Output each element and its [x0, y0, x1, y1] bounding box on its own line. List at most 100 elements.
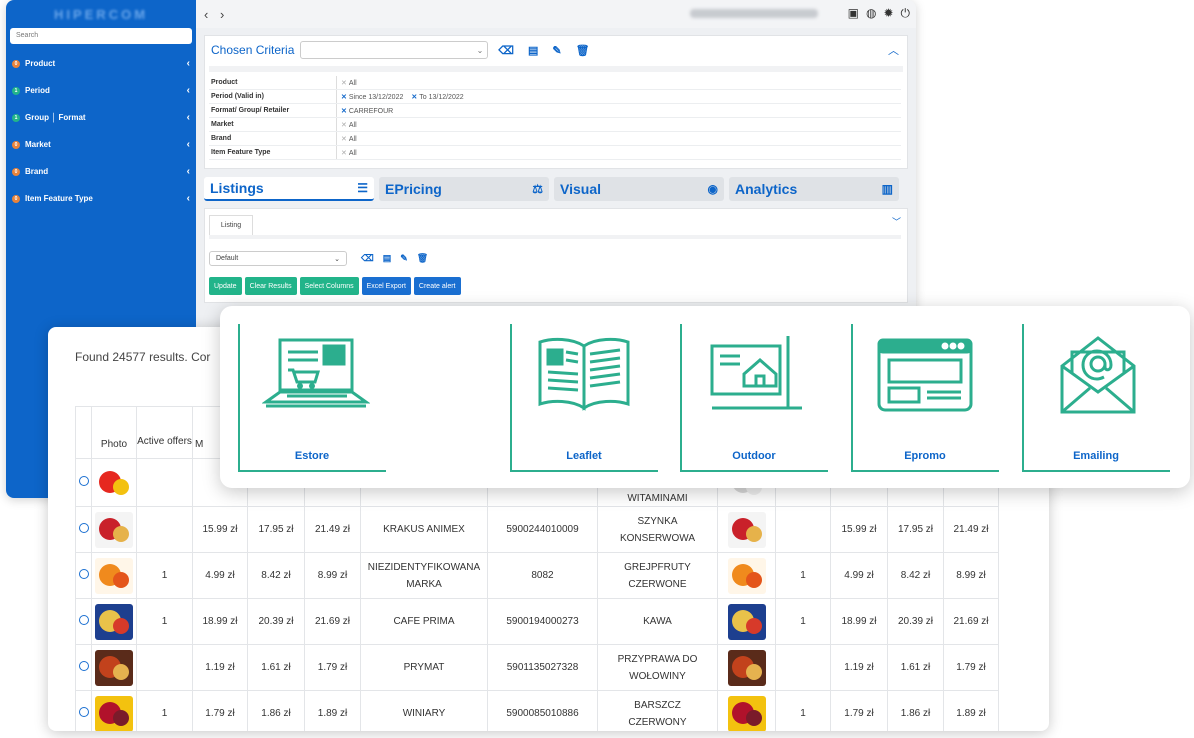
row-select-radio[interactable] — [75, 690, 92, 731]
criteria-select[interactable]: ⌄ — [300, 41, 489, 59]
radio-icon[interactable] — [78, 476, 89, 486]
sidebar-item-brand[interactable]: 0 Brand ‹ — [6, 158, 196, 185]
price-avg-2: 17.95 zł — [887, 506, 944, 553]
sidebar-item-product[interactable]: 0 Product ‹ — [6, 50, 196, 77]
table-row[interactable]: 1.19 zł 1.61 zł 1.79 zł PRYMAT 5901135027328… — [75, 644, 999, 691]
product-thumbnail — [727, 695, 766, 731]
listing-view-select[interactable]: Default ⌄ — [209, 251, 347, 266]
row-select-radio[interactable] — [75, 506, 92, 553]
clear-icon[interactable]: ⌫ — [361, 253, 374, 264]
edit-icon[interactable]: ✎ — [552, 44, 561, 57]
criteria-value-chip[interactable]: ✕ All — [341, 121, 357, 129]
select-columns-button[interactable]: Select Columns — [299, 277, 359, 295]
product-photo[interactable] — [91, 552, 137, 599]
remove-icon[interactable]: ✕ — [341, 122, 347, 129]
product-photo[interactable] — [717, 506, 776, 553]
row-select-radio[interactable] — [75, 552, 92, 599]
create-alert-button[interactable]: Create alert — [413, 277, 461, 295]
row-select-radio[interactable] — [75, 644, 92, 691]
edit-icon[interactable]: ✎ — [400, 253, 408, 264]
product-photo[interactable] — [91, 506, 137, 553]
trash-icon[interactable]: 🗑︎ — [417, 253, 428, 264]
screenshot-root: HIPERCOM Search 0 Product ‹ 1 Period ‹ 1 Group … — [0, 0, 1194, 738]
id-card-icon[interactable]: ▣ — [848, 6, 859, 21]
sidebar-search-input[interactable]: Search — [10, 28, 192, 44]
radio-icon[interactable] — [78, 615, 89, 625]
active-offers-2: 1 — [775, 552, 831, 599]
price-avg-2: 20.39 zł — [887, 598, 944, 645]
remove-icon[interactable]: ✕ — [411, 94, 417, 101]
trash-icon[interactable]: 🗑︎ — [576, 44, 590, 57]
clear-results-button[interactable]: Clear Results — [244, 277, 297, 295]
clear-icon[interactable]: ⌫ — [498, 44, 514, 57]
table-row[interactable]: 15.99 zł 17.95 zł 21.49 zł KRAKUS ANIMEX 590… — [75, 506, 999, 553]
table-row[interactable]: 1 1.79 zł 1.86 zł 1.89 zł WINIARY 59000850108… — [75, 690, 999, 731]
criteria-value-chip[interactable]: ✕ All — [341, 149, 357, 157]
tab-analytics[interactable]: Analytics ▥ — [729, 177, 899, 201]
tab-listings[interactable]: Listings ☰ — [204, 177, 374, 201]
product-photo[interactable] — [717, 690, 776, 731]
power-icon[interactable]: ⏻ — [901, 6, 911, 21]
product-photo[interactable] — [717, 644, 776, 691]
product-photo[interactable] — [717, 598, 776, 645]
table-row[interactable]: 1 4.99 zł 8.42 zł 8.99 zł NIEZIDENTYFIKOWANA… — [75, 552, 999, 599]
sidebar-item-market[interactable]: 0 Market ‹ — [6, 131, 196, 158]
product-photo[interactable] — [717, 552, 776, 599]
settings-icon[interactable]: ✹ — [883, 6, 893, 21]
radio-icon[interactable] — [78, 569, 89, 579]
criteria-value-chip[interactable]: ✕ Since 13/12/2022 — [341, 93, 403, 101]
criteria-value-chip[interactable]: ✕ To 13/12/2022 — [411, 93, 463, 101]
chevron-up-icon[interactable]: ︿ — [888, 42, 899, 58]
table-row[interactable]: 1 18.99 zł 20.39 zł 21.69 zł CAFE PRIMA 59001… — [75, 598, 999, 645]
radio-icon[interactable] — [78, 523, 89, 533]
col-active-offers[interactable]: Active offers — [136, 406, 193, 459]
remove-icon[interactable]: ✕ — [341, 136, 347, 143]
globe-icon[interactable]: ◍ — [866, 6, 876, 21]
user-email[interactable] — [690, 9, 818, 18]
criteria-key: Product — [209, 76, 337, 89]
remove-icon[interactable]: ✕ — [341, 108, 347, 115]
price-max: 1.79 zł — [304, 644, 361, 691]
ean: 5900244010009 — [487, 506, 598, 553]
remove-icon[interactable]: ✕ — [341, 150, 347, 157]
product-name-line: PRZYPRAWA DO — [617, 653, 698, 665]
price-max: 21.69 zł — [304, 598, 361, 645]
history-nav[interactable]: ‹ › — [204, 7, 228, 22]
product-photo[interactable] — [91, 644, 137, 691]
tab-epricing[interactable]: EPricing ⚖ — [379, 177, 549, 201]
criteria-value-chip[interactable]: ✕ All — [341, 79, 357, 87]
channel-estore[interactable]: Estore — [238, 324, 386, 472]
chevron-down-icon[interactable]: ﹀ — [892, 215, 901, 228]
sidebar-item-period[interactable]: 1 Period ‹ — [6, 77, 196, 104]
criteria-value-chip[interactable]: ✕ CARREFOUR — [341, 107, 393, 115]
col-photo[interactable]: Photo — [91, 406, 137, 459]
sidebar-item-group-format[interactable]: 1 Group │ Format ‹ — [6, 104, 196, 131]
radio-icon[interactable] — [78, 707, 89, 717]
criteria-row: Format/ Group/ Retailer ✕ CARREFOUR — [209, 104, 901, 118]
radio-icon[interactable] — [78, 661, 89, 671]
channel-emailing[interactable]: Emailing — [1022, 324, 1170, 472]
row-select-radio[interactable] — [75, 598, 92, 645]
update-button[interactable]: Update — [209, 277, 242, 295]
channel-leaflet[interactable]: Leaflet — [510, 324, 658, 472]
product-photo[interactable] — [91, 690, 137, 731]
save-icon[interactable]: ▤ — [528, 44, 538, 57]
criteria-value-chip[interactable]: ✕ All — [341, 135, 357, 143]
channel-epromo[interactable]: Epromo — [851, 324, 999, 472]
sidebar-item-item-feature-type[interactable]: 0 Item Feature Type ‹ — [6, 185, 196, 212]
product-thumbnail — [727, 649, 766, 686]
product-photo[interactable] — [91, 458, 137, 507]
remove-icon[interactable]: ✕ — [341, 94, 347, 101]
remove-icon[interactable]: ✕ — [341, 80, 347, 87]
tab-listing[interactable]: Listing — [209, 215, 253, 235]
excel-export-button[interactable]: Excel Export — [361, 277, 411, 295]
row-select-radio[interactable] — [75, 458, 92, 507]
product-photo[interactable] — [91, 598, 137, 645]
channel-outdoor[interactable]: Outdoor — [680, 324, 828, 472]
tab-visual[interactable]: Visual ◉ — [554, 177, 724, 201]
save-icon[interactable]: ▤ — [383, 253, 392, 264]
bar-chart-icon: ▥ — [881, 182, 893, 196]
active-offers-2: 1 — [775, 598, 831, 645]
criteria-value: Since 13/12/2022 — [348, 93, 404, 101]
chevron-left-icon: ‹ — [186, 85, 190, 96]
